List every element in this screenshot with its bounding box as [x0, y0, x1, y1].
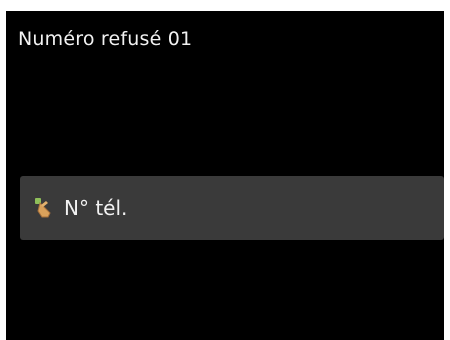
- menu-item-label: N° tél.: [64, 196, 128, 220]
- printer-screen: Numéro refusé 01 N° tél.: [6, 11, 444, 340]
- screen-title: Numéro refusé 01: [18, 28, 193, 50]
- hand-touch-icon: [32, 195, 58, 221]
- menu-item-phone-number[interactable]: N° tél.: [20, 176, 444, 240]
